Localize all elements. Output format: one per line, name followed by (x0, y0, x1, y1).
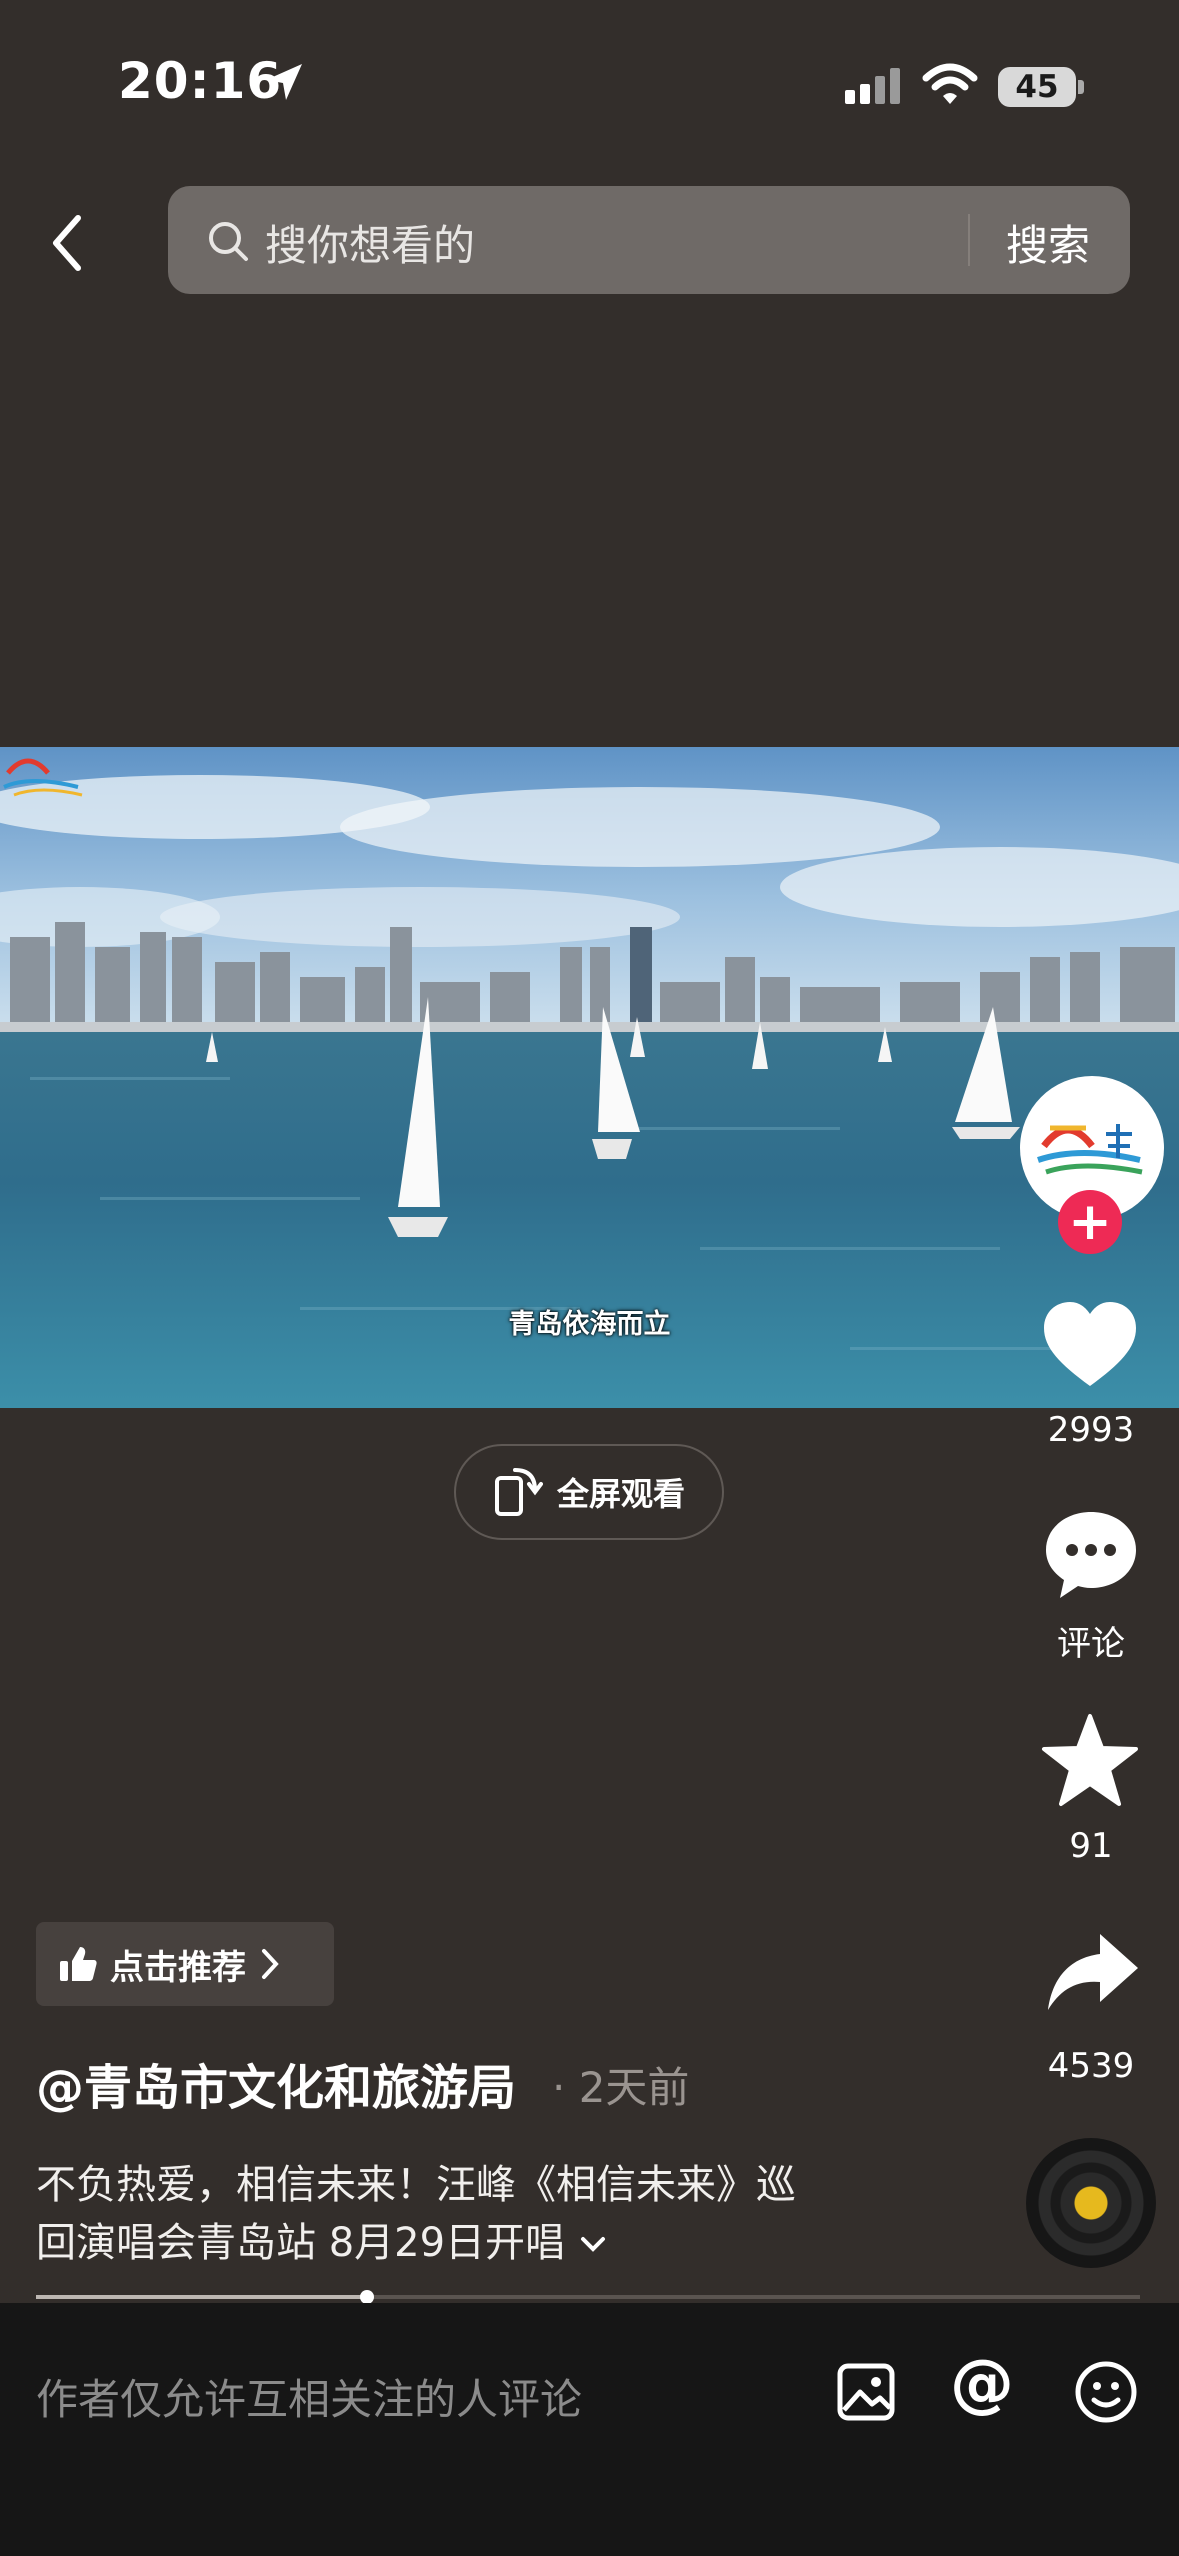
favorite-count: 91 (1069, 1826, 1113, 1866)
recommend-label: 点击推荐 (110, 1947, 246, 1988)
video-subtitle: 青岛依海而立 (508, 1309, 671, 1340)
back-button[interactable] (40, 208, 100, 278)
fullscreen-phone-icon (494, 1468, 543, 1516)
caption-line-2-text: 回演唱会青岛站 8月29日开唱 (36, 2220, 566, 2266)
wifi-icon (922, 63, 978, 104)
search-button[interactable]: 搜索 (1006, 212, 1090, 273)
emoji-icon[interactable] (1074, 2360, 1138, 2424)
author-name[interactable]: @青岛市文化和旅游局 (36, 2048, 516, 2118)
thumbs-up-icon (60, 1947, 97, 1981)
comment-bar (0, 2303, 1179, 2556)
comment-bubble-icon[interactable] (1042, 1508, 1140, 1602)
signal-icon (845, 68, 901, 104)
like-count: 2993 (1047, 1410, 1135, 1450)
star-icon[interactable] (1040, 1712, 1140, 1808)
search-icon (209, 222, 248, 261)
recommend-button[interactable]: 点击推荐 (36, 1922, 334, 2006)
image-icon[interactable] (836, 2362, 896, 2422)
chevron-right-icon (262, 1949, 279, 1979)
at-icon[interactable]: @ (950, 2352, 1014, 2416)
share-count: 4539 (1047, 2046, 1135, 2086)
search-divider (968, 214, 970, 266)
battery-nub (1078, 80, 1084, 94)
status-time: 20:16 (118, 52, 283, 110)
share-arrow-icon[interactable] (1044, 1930, 1140, 2014)
chevron-down-icon[interactable] (578, 2232, 608, 2256)
progress-fill (36, 2295, 367, 2299)
comment-label: 评论 (1057, 1624, 1125, 1664)
follow-button[interactable]: + (1058, 1190, 1122, 1254)
post-time: · 2天前 (552, 2063, 690, 2112)
progress-thumb[interactable] (360, 2290, 374, 2304)
fullscreen-label: 全屏观看 (556, 1475, 685, 1513)
heart-icon[interactable] (1040, 1300, 1140, 1390)
battery-indicator: 45 (998, 67, 1076, 107)
search-input[interactable]: 搜你想看的 (265, 212, 475, 273)
music-disc[interactable] (1026, 2138, 1156, 2268)
caption-line-1: 不负热爱，相信未来！汪峰《相信未来》巡 (36, 2162, 796, 2208)
comment-input[interactable]: 作者仅允许互相关注的人评论 (36, 2366, 582, 2427)
fullscreen-button[interactable]: 全屏观看 (454, 1444, 724, 1540)
plus-icon: + (1068, 1192, 1112, 1252)
location-arrow-icon (266, 64, 302, 100)
caption-line-2[interactable]: 回演唱会青岛站 8月29日开唱 (36, 2210, 608, 2268)
